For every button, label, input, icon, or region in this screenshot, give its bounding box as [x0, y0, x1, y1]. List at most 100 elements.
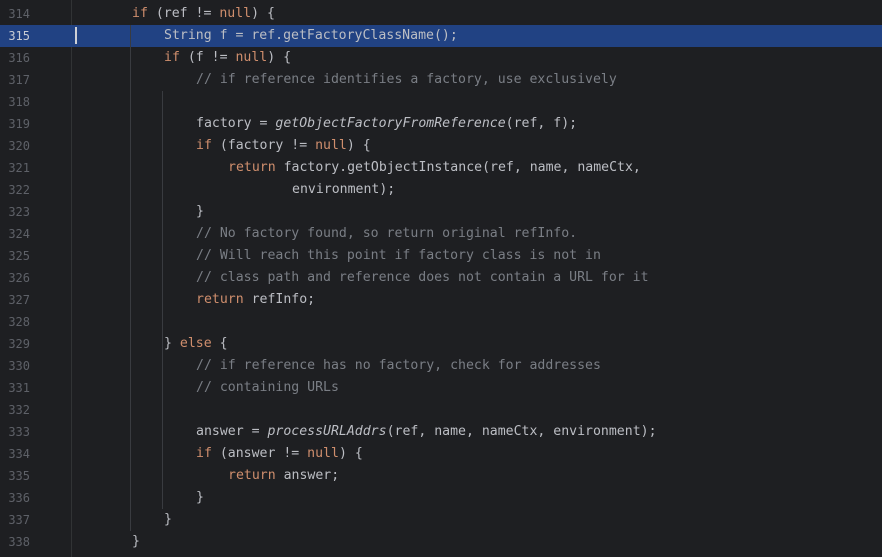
code-token: ) {	[267, 50, 292, 65]
line-number[interactable]: 320	[0, 135, 30, 157]
line-number[interactable]: 317	[0, 69, 30, 91]
code-text[interactable]: if (factory != null) {	[196, 135, 371, 157]
keyword-token: null	[307, 446, 339, 461]
code-line[interactable]: 330 // if reference has no factory, check…	[0, 355, 882, 377]
code-token: }	[164, 512, 172, 527]
code-text[interactable]: }	[196, 201, 204, 223]
line-number[interactable]: 325	[0, 245, 30, 267]
line-number[interactable]: 332	[0, 399, 30, 421]
code-editor[interactable]: 314 if (ref != null) { 315 String f = ref.g…	[0, 0, 882, 557]
code-text[interactable]: environment);	[292, 179, 395, 201]
code-line[interactable]: 318	[0, 91, 882, 113]
code-line[interactable]: 334 if (answer != null) {	[0, 443, 882, 465]
code-line[interactable]: 335 return answer;	[0, 465, 882, 487]
code-line[interactable]: 320 if (factory != null) {	[0, 135, 882, 157]
code-text[interactable]: if (ref != null) {	[132, 3, 275, 25]
line-number[interactable]: 334	[0, 443, 30, 465]
code-line[interactable]: 317 // if reference identifies a factory,…	[0, 69, 882, 91]
code-line[interactable]: 322 environment);	[0, 179, 882, 201]
line-number[interactable]: 323	[0, 201, 30, 223]
code-line[interactable]: 323}	[0, 201, 882, 223]
line-number[interactable]: 336	[0, 487, 30, 509]
code-token: {	[211, 336, 228, 351]
code-token: ) {	[338, 446, 363, 461]
indent-guide	[130, 25, 131, 531]
line-number[interactable]: 333	[0, 421, 30, 443]
code-line[interactable]: 328	[0, 311, 882, 333]
line-number[interactable]: 321	[0, 157, 30, 179]
code-text[interactable]: // if reference has no factory, check fo…	[196, 355, 601, 377]
code-text[interactable]: answer = processURLAddrs(ref, name, name…	[196, 421, 657, 443]
line-number[interactable]: 326	[0, 267, 30, 289]
code-token: (answer !=	[211, 446, 308, 461]
code-text[interactable]: return refInfo;	[196, 289, 315, 311]
keyword-token: return	[196, 292, 244, 307]
code-token: }	[196, 204, 204, 219]
code-text[interactable]: // No factory found, so return original …	[196, 223, 577, 245]
code-token: answer;	[275, 468, 340, 483]
code-text[interactable]: factory = getObjectFactoryFromReference(…	[196, 113, 577, 135]
code-text[interactable]: return answer;	[228, 465, 339, 487]
code-token: answer =	[196, 424, 268, 439]
code-token: ) {	[251, 6, 275, 21]
line-number[interactable]: 324	[0, 223, 30, 245]
line-number[interactable]: 330	[0, 355, 30, 377]
code-line[interactable]: 324 // No factory found, so return origin…	[0, 223, 882, 245]
keyword-token: return	[228, 160, 276, 175]
code-text[interactable]: // if reference identifies a factory, us…	[196, 69, 617, 91]
code-line[interactable]: 319 factory = getObjectFactoryFromReferen…	[0, 113, 882, 135]
code-line[interactable]: 332	[0, 399, 882, 421]
line-number[interactable]: 315	[0, 25, 30, 47]
code-line[interactable]: 329 } else {	[0, 333, 882, 355]
code-text[interactable]: return factory.getObjectInstance(ref, na…	[228, 157, 641, 179]
code-text[interactable]: // containing URLs	[196, 377, 339, 399]
line-number[interactable]: 314	[0, 3, 30, 25]
code-token: (ref, name, nameCtx, environment);	[386, 424, 657, 439]
keyword-token: if	[132, 6, 148, 21]
code-token: factory =	[196, 116, 276, 131]
code-token: refInfo;	[243, 292, 316, 307]
code-text[interactable]: if (f != null) {	[164, 47, 291, 69]
method-call-token: getObjectFactoryFromReference	[275, 116, 506, 131]
line-number[interactable]: 337	[0, 509, 30, 531]
code-line[interactable]: 325 // Will reach this point if factory c…	[0, 245, 882, 267]
line-number[interactable]: 331	[0, 377, 30, 399]
comment-token: // containing URLs	[196, 380, 339, 395]
code-text[interactable]: if (answer != null) {	[196, 443, 363, 465]
code-line[interactable]: 314 if (ref != null) {	[0, 3, 882, 25]
code-text[interactable]: // Will reach this point if factory clas…	[196, 245, 601, 267]
indent-guide	[162, 91, 163, 509]
code-line[interactable]: 336}	[0, 487, 882, 509]
line-number[interactable]: 329	[0, 333, 30, 355]
line-number[interactable]: 322	[0, 179, 30, 201]
code-line[interactable]: 326 // class path and reference does not …	[0, 267, 882, 289]
code-text[interactable]: }	[164, 509, 172, 531]
line-number[interactable]: 327	[0, 289, 30, 311]
keyword-token: if	[164, 50, 180, 65]
code-text[interactable]: } else {	[164, 333, 228, 355]
keyword-token: null	[315, 138, 347, 153]
code-line[interactable]: 321 return factory.getObjectInstance(ref,…	[0, 157, 882, 179]
code-text[interactable]: }	[196, 487, 204, 509]
comment-token: // if reference identifies a factory, us…	[196, 72, 617, 87]
code-line[interactable]: 337}	[0, 509, 882, 531]
comment-token: // if reference has no factory, check fo…	[196, 358, 601, 373]
code-text[interactable]: String f = ref.getFactoryClassName();	[164, 25, 458, 47]
code-line[interactable]: 327 return refInfo;	[0, 289, 882, 311]
line-number[interactable]: 335	[0, 465, 30, 487]
line-number[interactable]: 318	[0, 91, 30, 113]
code-token: }	[164, 336, 180, 351]
line-number[interactable]: 316	[0, 47, 30, 69]
code-line-current[interactable]: 315 String f = ref.getFactoryClassName();	[0, 25, 882, 47]
line-number[interactable]: 319	[0, 113, 30, 135]
keyword-token: if	[196, 138, 212, 153]
code-line[interactable]: 316 if (f != null) {	[0, 47, 882, 69]
code-line[interactable]: 331 // containing URLs	[0, 377, 882, 399]
line-number[interactable]: 338	[0, 531, 30, 553]
code-line[interactable]: 333 answer = processURLAddrs(ref, name, n…	[0, 421, 882, 443]
code-text[interactable]: }	[132, 531, 140, 553]
code-line[interactable]: 338}	[0, 531, 882, 553]
line-number[interactable]: 328	[0, 311, 30, 333]
comment-token: // Will reach this point if factory clas…	[196, 248, 601, 263]
code-text[interactable]: // class path and reference does not con…	[196, 267, 649, 289]
